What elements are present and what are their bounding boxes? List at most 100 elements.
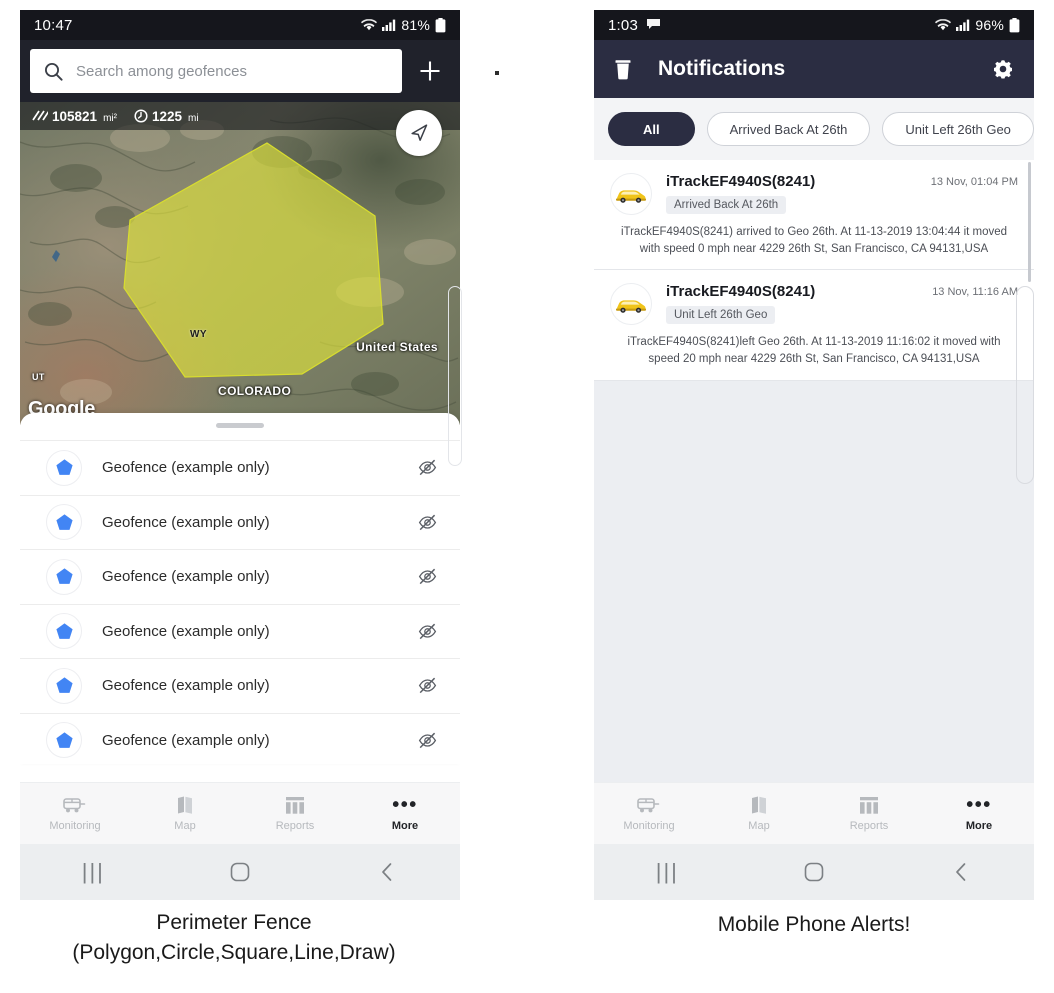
trash-icon[interactable] <box>614 59 632 80</box>
chip-arrived-back-at-26th[interactable]: Arrived Back At 26th <box>706 112 871 146</box>
right-phone-screen: 1:03 96% Notifications All Arrived Back … <box>594 10 1034 900</box>
list-item[interactable]: Geofence (example only) <box>20 604 460 659</box>
notification-description: iTrackEF4940S(8241)left Geo 26th. At 11-… <box>627 336 1001 366</box>
status-battery-percent: 96% <box>975 17 1004 33</box>
back-icon[interactable] <box>313 861 460 883</box>
signal-icon <box>382 19 396 31</box>
stray-artifact-dot <box>495 71 499 75</box>
tab-map[interactable]: Map <box>130 795 240 832</box>
tab-label: Map <box>748 820 770 832</box>
left-bottom-tab-bar: Monitoring Map Reports ••• More <box>20 782 460 844</box>
more-dots-icon: ••• <box>392 794 418 816</box>
left-caption-line1: Perimeter Fence <box>156 911 312 934</box>
eye-off-icon[interactable] <box>417 675 438 696</box>
tab-monitoring[interactable]: Monitoring <box>594 795 704 832</box>
map-label-wy: WY <box>190 329 207 340</box>
map-label-colorado: COLORADO <box>218 384 292 398</box>
reports-icon <box>859 795 879 815</box>
geofence-name: Geofence (example only) <box>102 731 270 749</box>
tab-map[interactable]: Map <box>704 795 814 832</box>
home-icon[interactable] <box>167 861 314 883</box>
gear-icon[interactable] <box>992 58 1014 80</box>
left-phone-screen: 10:47 81% Search among geofences 105821 … <box>20 10 460 900</box>
list-item[interactable]: Geofence (example only) <box>20 495 460 550</box>
geofence-name: Geofence (example only) <box>102 513 270 531</box>
right-bottom-tab-bar: Monitoring Map Reports ••• More <box>594 782 1034 844</box>
list-item[interactable]: Geofence (example only) <box>20 550 460 605</box>
tab-more[interactable]: ••• More <box>350 795 460 832</box>
area-unit: mi² <box>103 112 117 124</box>
notification-list[interactable]: iTrackEF4940S(8241) Arrived Back At 26th… <box>594 160 1034 782</box>
map-icon <box>750 795 768 815</box>
list-item[interactable]: Geofence (example only) <box>20 441 460 496</box>
chip-all[interactable]: All <box>608 112 695 146</box>
map-measurements-bar: 105821 mi² 1225 mi <box>20 102 460 130</box>
eye-off-icon[interactable] <box>417 621 438 642</box>
more-dots-icon: ••• <box>966 794 992 816</box>
notification-description: iTrackEF4940S(8241) arrived to Geo 26th.… <box>620 226 1008 255</box>
area-value: 105821 <box>52 108 98 124</box>
pentagon-icon <box>46 613 82 650</box>
list-item[interactable]: Geofence (example only) <box>20 713 460 764</box>
tab-label: More <box>965 820 993 832</box>
chip-label: Arrived Back At 26th <box>729 121 848 137</box>
chip-unit-left-26th-geo[interactable]: Unit Left 26th Geo <box>882 112 1034 146</box>
geofence-name: Geofence (example only) <box>102 677 270 695</box>
battery-icon <box>1009 17 1020 33</box>
bus-icon <box>637 795 661 815</box>
satellite-imagery <box>20 102 460 425</box>
eye-off-icon[interactable] <box>417 457 438 478</box>
tab-reports[interactable]: Reports <box>240 795 350 832</box>
pentagon-icon <box>46 722 82 759</box>
add-geofence-button[interactable] <box>410 51 450 91</box>
status-badge: Unit Left 26th Geo <box>666 306 776 325</box>
chip-label: Unit Left 26th Geo <box>905 121 1011 137</box>
search-icon <box>44 62 63 81</box>
yellow-car-icon <box>610 173 652 215</box>
tab-monitoring[interactable]: Monitoring <box>20 795 130 832</box>
right-android-nav-bar: ||| <box>594 844 1034 900</box>
navigation-arrow-icon[interactable] <box>396 110 442 156</box>
notifications-app-bar: Notifications <box>594 40 1034 98</box>
search-input[interactable]: Search among geofences <box>30 49 402 93</box>
notification-item[interactable]: iTrackEF4940S(8241) Unit Left 26th Geo 1… <box>594 270 1034 381</box>
status-clock: 1:03 <box>608 16 638 34</box>
map-icon <box>176 795 194 815</box>
notification-filter-chips: All Arrived Back At 26th Unit Left 26th … <box>594 98 1034 160</box>
notification-item[interactable]: iTrackEF4940S(8241) Arrived Back At 26th… <box>594 160 1034 271</box>
recents-icon[interactable]: ||| <box>20 859 167 885</box>
eye-off-icon[interactable] <box>417 566 438 587</box>
pentagon-icon <box>46 558 82 595</box>
yellow-car-icon <box>610 283 652 326</box>
tab-label: More <box>391 820 419 832</box>
eye-off-icon[interactable] <box>417 512 438 533</box>
recents-icon[interactable]: ||| <box>594 859 741 885</box>
left-android-nav-bar: ||| <box>20 844 460 900</box>
sheet-drag-handle[interactable] <box>216 423 264 428</box>
geofence-name: Geofence (example only) <box>102 568 270 586</box>
scrollbar[interactable] <box>1028 162 1031 282</box>
list-item[interactable]: Geofence (example only) <box>20 659 460 714</box>
eye-off-icon[interactable] <box>417 730 438 751</box>
perimeter-value: 1225 <box>151 108 182 124</box>
area-hatch-icon <box>32 110 48 122</box>
page-title: Notifications <box>658 57 786 80</box>
status-badge: Arrived Back At 26th <box>666 196 787 214</box>
tab-reports[interactable]: Reports <box>814 795 924 832</box>
right-status-bar: 1:03 96% <box>594 10 1034 40</box>
notification-title: iTrackEF4940S(8241) <box>666 283 816 301</box>
wifi-icon <box>361 18 378 32</box>
right-caption: Mobile Phone Alerts! <box>717 913 911 936</box>
battery-icon <box>435 17 446 33</box>
status-clock: 10:47 <box>34 16 73 34</box>
geofence-bottom-sheet: Geofence (example only) Geofence (exampl… <box>20 413 460 764</box>
perimeter-unit: mi <box>188 112 199 124</box>
back-icon[interactable] <box>887 861 1034 883</box>
tab-label: Map <box>174 820 196 832</box>
screenshot-stage: 10:47 81% Search among geofences 105821 … <box>0 0 1054 993</box>
tab-more[interactable]: ••• More <box>924 795 1034 832</box>
home-icon[interactable] <box>741 861 888 883</box>
left-caption-line2: (Polygon,Circle,Square,Line,Draw) <box>72 941 396 965</box>
map-view[interactable]: 105821 mi² 1225 mi WY UT United States C… <box>20 102 460 425</box>
chat-bubble-icon <box>646 18 661 33</box>
